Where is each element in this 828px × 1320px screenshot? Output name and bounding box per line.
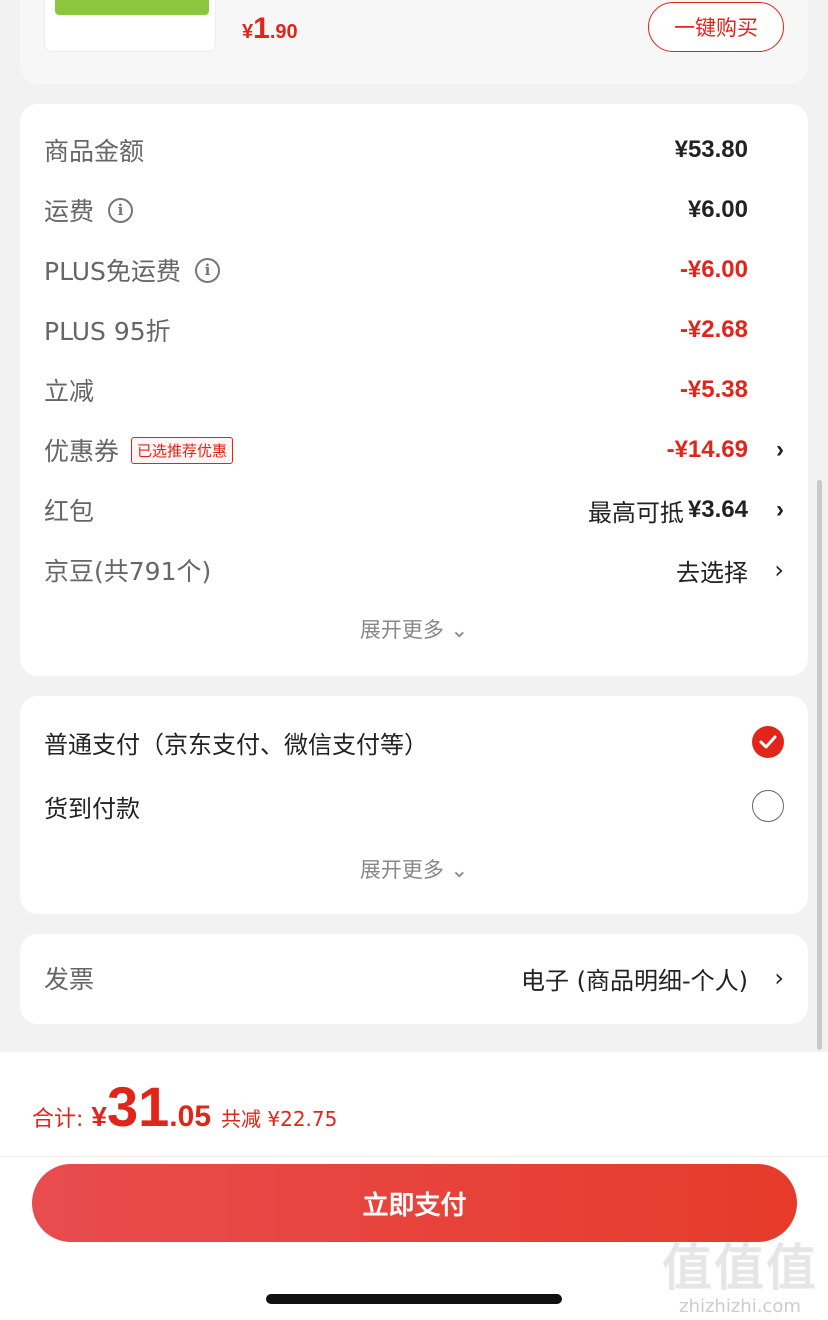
- shipping-value: ¥6.00: [687, 196, 748, 223]
- row-goods-amount: 商品金额 ¥53.80: [44, 130, 784, 170]
- product-thumbnail[interactable]: [44, 0, 216, 52]
- total-label: 合计:: [32, 1107, 84, 1132]
- row-coupon[interactable]: 优惠券 已选推荐优惠 -¥14.69 ›: [44, 430, 784, 470]
- checkout-bar: 合计: ¥ 31 .05 共减 ¥22.75 立即支付 值值值 zhizhizh…: [0, 1052, 828, 1320]
- row-plus-discount: PLUS 95折 -¥2.68: [44, 310, 784, 350]
- invoice-card[interactable]: 发票 电子 (商品明细-个人) ›: [20, 934, 808, 1024]
- jd-beans-value: 去选择: [676, 558, 748, 587]
- row-red-packet[interactable]: 红包 最高可抵 ¥3.64 ›: [44, 490, 784, 530]
- coupon-recommended-badge: 已选推荐优惠: [131, 436, 234, 464]
- plus-discount-value: -¥2.68: [679, 316, 748, 343]
- product-price: ¥1.90: [242, 12, 298, 45]
- instant-discount-label: 立减: [44, 377, 95, 406]
- plus-discount-label: PLUS 95折: [44, 317, 171, 346]
- price-details-card: 商品金额 ¥53.80 运费 i ¥6.00 PLUS免运费 i -¥6.00 PL…: [20, 104, 808, 676]
- one-click-buy-button[interactable]: 一键购买: [648, 2, 784, 52]
- red-packet-prefix: 最高可抵: [587, 498, 684, 527]
- chevron-right-icon[interactable]: ›: [762, 496, 784, 524]
- row-jd-beans[interactable]: 京豆(共791个) 去选择 ›: [44, 550, 784, 590]
- chevron-right-icon[interactable]: ›: [762, 436, 784, 464]
- payment-option-label: 货到付款: [44, 794, 140, 823]
- coupon-value: -¥14.69: [666, 436, 748, 463]
- instant-discount-value: -¥5.38: [679, 376, 748, 403]
- order-total: 合计: ¥ 31 .05 共减 ¥22.75: [32, 1075, 338, 1138]
- row-shipping: 运费 i ¥6.00: [44, 190, 784, 230]
- plus-free-shipping-info-icon[interactable]: i: [194, 257, 220, 283]
- plus-free-shipping-value: -¥6.00: [679, 256, 748, 283]
- payment-option-cod[interactable]: 货到付款: [44, 784, 784, 828]
- jd-beans-label: 京豆(共791个): [44, 557, 212, 586]
- total-decimal: .05: [169, 1100, 212, 1133]
- watermark: 值值值 zhizhizhi.com: [662, 1228, 818, 1317]
- goods-amount-value: ¥53.80: [674, 136, 748, 163]
- scrollbar[interactable]: [817, 480, 822, 1050]
- row-instant-discount: 立减 -¥5.38: [44, 370, 784, 410]
- payment-expand-more[interactable]: 展开更多 ⌄: [20, 854, 808, 884]
- payment-option-label: 普通支付（京东支付、微信支付等）: [44, 730, 428, 759]
- watermark-logo: 值值值: [662, 1239, 818, 1297]
- divider: [0, 1156, 828, 1157]
- invoice-label: 发票: [44, 965, 95, 994]
- total-integer: 31: [107, 1075, 170, 1138]
- chevron-right-icon[interactable]: ›: [762, 964, 784, 992]
- product-image-graphic: [55, 0, 209, 15]
- invoice-value: 电子 (商品明细-个人): [520, 966, 748, 995]
- chevron-right-icon[interactable]: ›: [762, 556, 784, 584]
- goods-amount-label: 商品金额: [44, 137, 145, 166]
- check-icon[interactable]: [752, 726, 784, 758]
- price-expand-more[interactable]: 展开更多 ⌄: [20, 614, 808, 644]
- row-plus-free-shipping: PLUS免运费 i -¥6.00: [44, 250, 784, 290]
- radio-unchecked-icon[interactable]: [752, 790, 784, 822]
- total-saved: 共减 ¥22.75: [221, 1107, 338, 1131]
- payment-method-card: 普通支付（京东支付、微信支付等） 货到付款 展开更多 ⌄: [20, 696, 808, 914]
- home-indicator[interactable]: [266, 1294, 562, 1304]
- plus-free-shipping-label: PLUS免运费: [44, 257, 181, 286]
- shipping-info-icon[interactable]: i: [108, 197, 134, 223]
- product-card: ¥1.90 一键购买: [20, 0, 808, 84]
- watermark-site: zhizhizhi.com: [679, 1296, 801, 1317]
- shipping-label: 运费: [44, 197, 95, 226]
- coupon-label: 优惠券: [44, 437, 120, 466]
- red-packet-value: ¥3.64: [687, 496, 748, 523]
- red-packet-label: 红包: [44, 497, 95, 526]
- payment-option-standard[interactable]: 普通支付（京东支付、微信支付等）: [44, 720, 784, 764]
- row-invoice[interactable]: 发票 电子 (商品明细-个人) ›: [44, 958, 784, 998]
